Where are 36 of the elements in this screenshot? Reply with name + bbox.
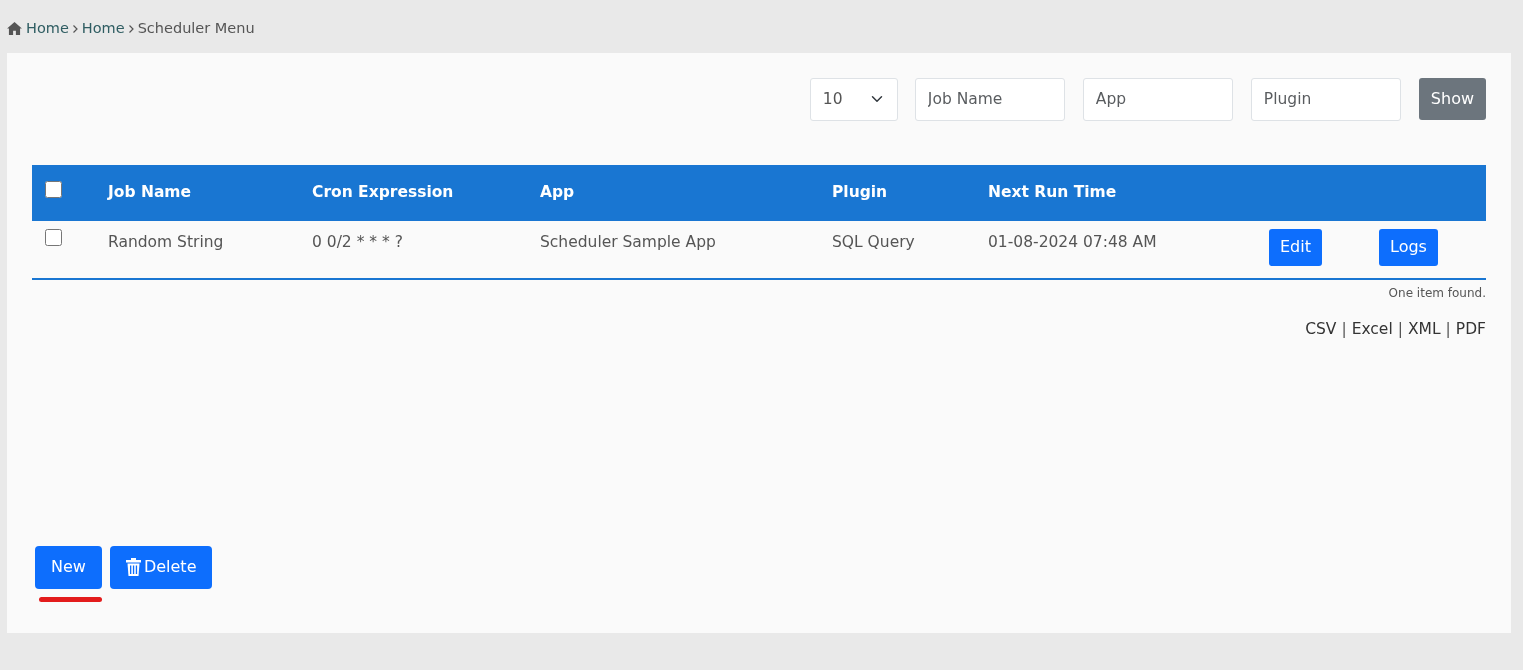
table-cell: 0 0/2 * * * ? bbox=[312, 232, 403, 251]
page-size-select[interactable]: 10 bbox=[809, 77, 898, 121]
result-count: One item found. bbox=[1388, 285, 1486, 300]
export-link[interactable]: CSV bbox=[1305, 319, 1337, 338]
column-header: App bbox=[540, 183, 575, 202]
delete-button[interactable]: Delete bbox=[109, 545, 213, 589]
chevron-icon bbox=[72, 24, 78, 33]
separator: | bbox=[1397, 319, 1403, 338]
select-all-checkbox[interactable] bbox=[45, 180, 62, 198]
column-header: Next Run Time bbox=[988, 183, 1117, 202]
edit-button[interactable]: Edit bbox=[1269, 228, 1322, 266]
logs-button[interactable]: Logs bbox=[1379, 228, 1438, 266]
filter-input[interactable]: Job Name bbox=[914, 77, 1065, 121]
export-link[interactable]: PDF bbox=[1455, 319, 1486, 338]
filter-input[interactable]: App bbox=[1082, 77, 1233, 121]
filter-input[interactable]: Plugin bbox=[1250, 77, 1401, 121]
home-icon bbox=[7, 22, 22, 36]
breadcrumb-link[interactable]: Home bbox=[26, 18, 69, 40]
table-cell: SQL Query bbox=[832, 232, 915, 251]
column-header: Cron Expression bbox=[312, 183, 454, 202]
export-link[interactable]: Excel bbox=[1351, 319, 1393, 338]
trash-icon bbox=[125, 558, 141, 577]
breadcrumb-link[interactable]: Home bbox=[81, 18, 125, 40]
table-cell: Scheduler Sample App bbox=[540, 232, 716, 251]
separator: | bbox=[1445, 319, 1451, 338]
separator: | bbox=[1341, 319, 1347, 338]
table-cell: Random String bbox=[108, 232, 224, 251]
export-link[interactable]: XML bbox=[1407, 319, 1441, 338]
show-button[interactable]: Show bbox=[1418, 78, 1486, 121]
new-button[interactable]: New bbox=[35, 545, 102, 589]
breadcrumb-current: Scheduler Menu bbox=[137, 19, 255, 38]
column-header: Job Name bbox=[108, 183, 191, 202]
table-cell: 01-08-2024 07:48 AM bbox=[988, 232, 1157, 251]
chevron-icon bbox=[128, 24, 134, 33]
row-checkbox[interactable] bbox=[45, 228, 62, 246]
column-header: Plugin bbox=[832, 183, 888, 202]
